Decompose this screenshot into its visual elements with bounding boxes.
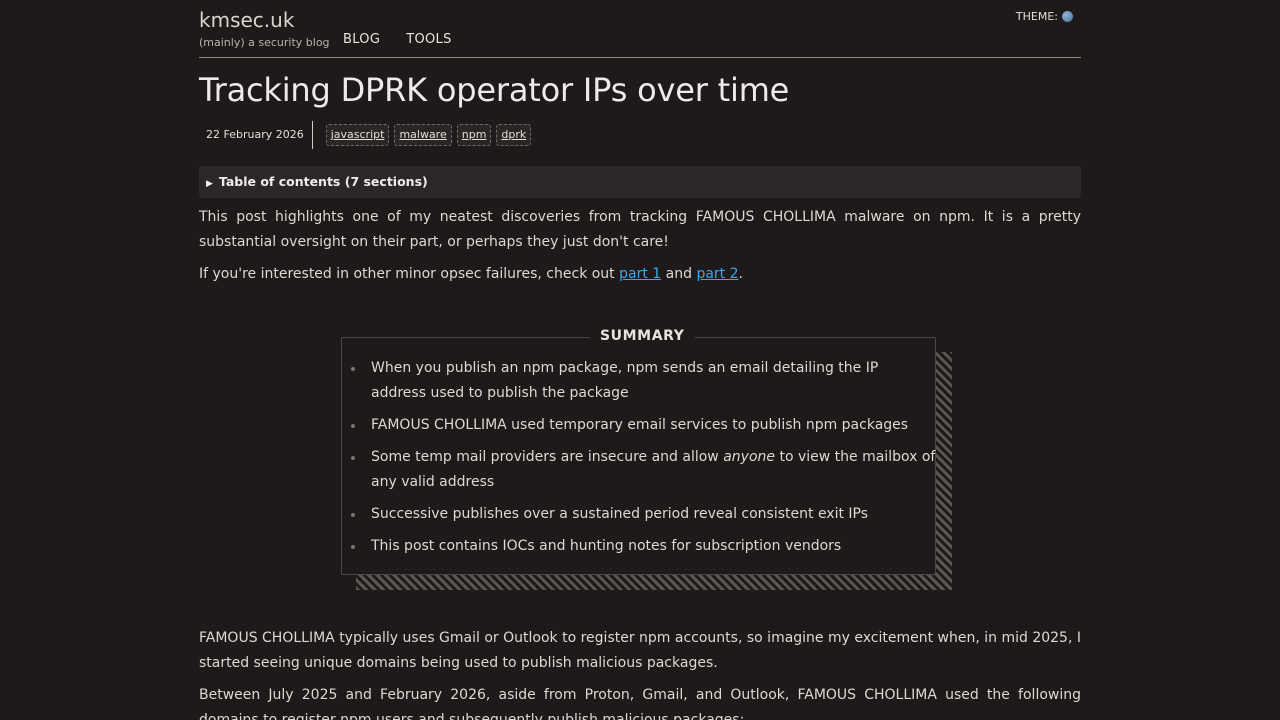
summary-item: Successive publishes over a sustained pe… bbox=[351, 502, 937, 527]
toc-label-text: Table of contents (7 sections) bbox=[218, 174, 428, 189]
links-paragraph: If you're interested in other minor opse… bbox=[199, 262, 1081, 287]
post-meta: 22 February 2026 javascript malware npm … bbox=[199, 121, 532, 149]
site-subtitle: (mainly) a security blog bbox=[199, 36, 330, 49]
triangle-right-icon: ▶ bbox=[206, 179, 213, 189]
intro-paragraph: This post highlights one of my neatest d… bbox=[199, 209, 1081, 250]
brand: kmsec.uk (mainly) a security blog bbox=[199, 8, 330, 50]
summary-section: SUMMARY When you publish an npm package,… bbox=[341, 328, 952, 590]
body-paragraph-1: FAMOUS CHOLLIMA typically uses Gmail or … bbox=[199, 630, 1081, 671]
tag-npm[interactable]: npm bbox=[456, 124, 492, 146]
theme-label: THEME: bbox=[1015, 10, 1058, 23]
part-1-link[interactable]: part 1 bbox=[619, 266, 661, 282]
summary-box: SUMMARY When you publish an npm package,… bbox=[341, 328, 937, 575]
summary-title: SUMMARY bbox=[590, 328, 695, 344]
part-2-link[interactable]: part 2 bbox=[696, 266, 738, 282]
toc-summary[interactable]: ▶ Table of contents (7 sections) bbox=[206, 174, 428, 189]
summary-item-text: Some temp mail providers are insecure an… bbox=[371, 449, 724, 465]
links-suffix: . bbox=[738, 266, 743, 282]
site-title-link[interactable]: kmsec.uk bbox=[199, 8, 330, 32]
table-of-contents[interactable]: ▶ Table of contents (7 sections) bbox=[199, 166, 1081, 198]
nav-tools-link[interactable]: TOOLS bbox=[406, 32, 451, 47]
site-header: kmsec.uk (mainly) a security blog BLOG T… bbox=[199, 0, 1081, 58]
summary-item: This post contains IOCs and hunting note… bbox=[351, 534, 937, 559]
main-nav: BLOG TOOLS bbox=[343, 32, 452, 47]
tag-dprk[interactable]: dprk bbox=[496, 124, 532, 146]
summary-list: When you publish an npm package, npm sen… bbox=[342, 356, 937, 566]
summary-item: When you publish an npm package, npm sen… bbox=[351, 356, 937, 406]
post-date: 22 February 2026 bbox=[199, 121, 313, 149]
summary-item: FAMOUS CHOLLIMA used temporary email ser… bbox=[351, 413, 937, 438]
tag-list: javascript malware npm dprk bbox=[325, 124, 532, 146]
summary-item: Some temp mail providers are insecure an… bbox=[351, 445, 937, 495]
tag-javascript[interactable]: javascript bbox=[325, 124, 390, 146]
links-prefix: If you're interested in other minor opse… bbox=[199, 266, 620, 282]
links-and: and bbox=[661, 266, 697, 282]
content-container: kmsec.uk (mainly) a security blog BLOG T… bbox=[199, 0, 1081, 720]
post-title: Tracking DPRK operator IPs over time bbox=[199, 71, 790, 109]
page: kmsec.uk (mainly) a security blog BLOG T… bbox=[0, 0, 1280, 720]
tag-malware[interactable]: malware bbox=[394, 124, 452, 146]
globe-icon[interactable] bbox=[1062, 11, 1073, 22]
summary-item-emphasis: anyone bbox=[723, 449, 776, 465]
nav-blog-link[interactable]: BLOG bbox=[343, 32, 380, 47]
body-paragraph-2: Between July 2025 and February 2026, asi… bbox=[199, 687, 1081, 720]
theme-toggle[interactable]: THEME: bbox=[1016, 10, 1073, 23]
